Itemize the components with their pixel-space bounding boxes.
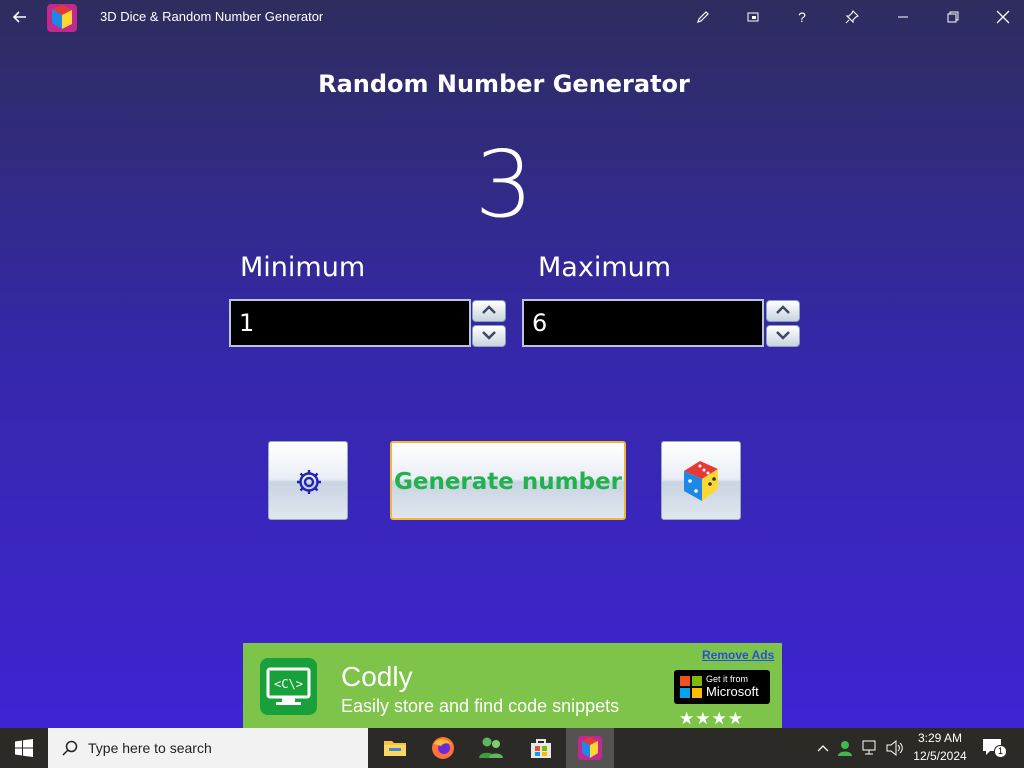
speaker-icon — [886, 740, 903, 756]
codly-logo-text: <C\> — [274, 677, 303, 691]
network-icon — [862, 740, 876, 755]
close-icon — [996, 10, 1010, 24]
start-button[interactable] — [0, 728, 48, 768]
minimum-input[interactable]: 1 — [229, 299, 471, 347]
title-bar: 3D Dice & Random Number Generator ? — [0, 0, 1024, 34]
compact-overlay-button[interactable] — [738, 4, 768, 30]
tray-volume[interactable] — [885, 728, 905, 768]
clock-time[interactable]: 3:29 AM — [915, 731, 965, 745]
remove-ads-link[interactable]: Remove Ads — [702, 648, 774, 662]
notification-center-button[interactable]: 1 — [980, 728, 1007, 768]
taskbar-firefox[interactable] — [419, 728, 467, 768]
maximum-increment-button[interactable] — [766, 300, 800, 322]
result-number: 3 — [474, 131, 534, 238]
app-logo-icon — [46, 3, 78, 33]
microsoft-store-badge[interactable]: Get it from Microsoft — [674, 670, 770, 704]
search-icon — [62, 740, 78, 756]
tray-network[interactable] — [861, 728, 881, 768]
notification-count: 1 — [994, 745, 1007, 758]
microsoft-store-icon — [531, 739, 551, 758]
maximum-decrement-button[interactable] — [766, 325, 800, 347]
show-hidden-icons-button[interactable] — [815, 728, 831, 768]
roll-dice-button[interactable] — [661, 441, 741, 520]
minimum-decrement-button[interactable] — [472, 325, 506, 347]
ad-banner[interactable]: <C\> Codly Easily store and find code sn… — [243, 643, 782, 728]
store-badge-big-text: Microsoft — [706, 684, 759, 699]
restore-button[interactable] — [938, 4, 968, 30]
windows-logo-icon — [15, 739, 33, 757]
chevron-up-icon — [776, 305, 790, 314]
maximum-label: Maximum — [538, 252, 672, 283]
gear-icon — [297, 470, 321, 494]
3d-dice-icon — [684, 461, 718, 501]
help-button[interactable]: ? — [787, 4, 817, 30]
taskbar-microsoft-store[interactable] — [517, 728, 565, 768]
taskbar-3d-dice-app[interactable] — [566, 728, 614, 768]
generate-number-label: Generate number — [393, 469, 623, 495]
arrow-left-icon — [12, 11, 26, 23]
close-button[interactable] — [988, 4, 1018, 30]
chevron-up-icon — [482, 305, 496, 314]
people-tray-icon — [838, 741, 852, 756]
minimize-button[interactable] — [888, 4, 918, 30]
minimize-icon — [898, 16, 908, 18]
page-title: Random Number Generator — [318, 70, 690, 98]
pen-icon — [697, 11, 709, 23]
back-button[interactable] — [8, 5, 32, 29]
chevron-down-icon — [776, 331, 790, 340]
store-badge-small-text: Get it from — [706, 674, 749, 684]
chevron-down-icon — [482, 331, 496, 340]
search-placeholder: Type here to search — [88, 740, 212, 756]
firefox-icon — [432, 737, 454, 759]
pen-button[interactable] — [688, 4, 718, 30]
microsoft-logo-icon — [680, 676, 702, 698]
pin-button[interactable] — [837, 4, 867, 30]
settings-button[interactable] — [268, 441, 348, 520]
rating-stars: ★★★★ — [679, 709, 744, 728]
maximum-input[interactable]: 6 — [522, 299, 764, 347]
generate-number-button[interactable]: Generate number — [390, 441, 626, 520]
taskbar-file-explorer[interactable] — [371, 728, 419, 768]
ad-subtitle: Easily store and find code snippets — [341, 696, 620, 716]
3d-dice-app-icon — [578, 736, 602, 760]
window-title: 3D Dice & Random Number Generator — [100, 9, 324, 24]
file-explorer-icon — [384, 741, 406, 756]
taskbar-search-box[interactable]: Type here to search — [48, 728, 368, 768]
clock-date[interactable]: 12/5/2024 — [910, 749, 970, 763]
minimum-label: Minimum — [240, 252, 366, 283]
minimum-increment-button[interactable] — [472, 300, 506, 322]
codly-logo-icon: <C\> — [260, 658, 317, 715]
taskbar-people[interactable] — [467, 728, 515, 768]
pin-icon — [845, 10, 859, 24]
restore-icon — [947, 11, 959, 23]
chevron-up-icon — [817, 745, 829, 752]
compact-overlay-icon — [747, 12, 759, 22]
tray-people[interactable] — [836, 728, 856, 768]
people-icon — [479, 737, 503, 758]
ad-title: Codly — [341, 661, 413, 692]
taskbar: Type here to search 3:29 AM 12/5/2024 1 — [0, 728, 1024, 768]
